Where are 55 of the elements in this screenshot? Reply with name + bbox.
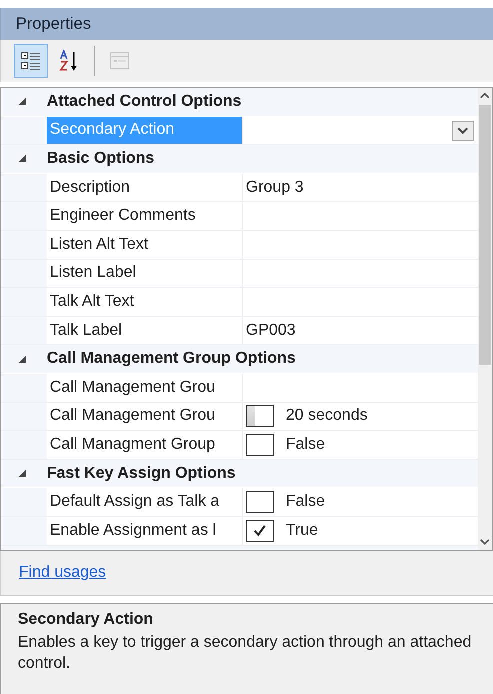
property-name[interactable]: Call Management Grou [47, 374, 243, 402]
vertical-scrollbar[interactable] [478, 88, 492, 550]
property-value: False [286, 436, 326, 454]
panel-title: Properties [16, 14, 92, 34]
property-value-cell[interactable]: Group 3 [243, 174, 478, 202]
property-value[interactable]: Group 3 [246, 178, 478, 197]
property-name[interactable]: Talk Label [47, 316, 243, 344]
categorized-list-icon [20, 50, 42, 72]
category-label: Call Management Group Options [47, 350, 296, 368]
property-value-cell[interactable] [243, 230, 478, 259]
window-icon [109, 50, 131, 72]
checkbox[interactable] [246, 434, 274, 456]
property-value-cell[interactable] [243, 288, 478, 316]
description-text: Enables a key to trigger a secondary action through an attached control. [18, 633, 473, 674]
property-value[interactable]: GP003 [246, 322, 478, 340]
property-name[interactable]: Call Managment Group [47, 431, 243, 459]
expanded-triangle-icon[interactable] [18, 97, 26, 106]
property-value-cell[interactable] [243, 202, 478, 230]
property-value: False [286, 493, 326, 512]
sort-az-icon [58, 50, 80, 72]
property-name[interactable]: Default Assign as Talk a [47, 488, 243, 516]
property-name[interactable]: Talk Alt Text [47, 288, 243, 316]
categorized-button[interactable] [14, 44, 48, 78]
category-label: Attached Control Options [47, 92, 242, 111]
find-usages-link[interactable]: Find usages [19, 564, 106, 582]
checkbox[interactable] [246, 520, 274, 542]
checkbox[interactable] [246, 491, 274, 514]
category-label: Fast Key Assign Options [47, 464, 236, 483]
property-value-cell[interactable]: 20 seconds [243, 402, 478, 430]
preview-box[interactable] [246, 405, 274, 428]
property-value-cell[interactable]: False [243, 431, 478, 459]
property-value-cell[interactable]: True [243, 516, 478, 544]
category-row[interactable]: Fast Key Assign Options [1, 460, 478, 488]
property-value-cell[interactable] [243, 260, 478, 288]
property-value-cell[interactable]: GP003 [243, 316, 478, 344]
property-name[interactable]: Engineer Comments [47, 202, 243, 230]
description-title: Secondary Action [18, 611, 154, 629]
property-name[interactable]: Description [47, 174, 243, 202]
scroll-down-icon[interactable] [480, 538, 490, 546]
property-value: True [286, 522, 320, 540]
category-label: Basic Options [47, 150, 155, 168]
expanded-triangle-icon[interactable] [18, 154, 26, 164]
expanded-triangle-icon[interactable] [18, 469, 26, 478]
dropdown-button[interactable] [452, 120, 474, 141]
property-name[interactable]: Listen Alt Text [47, 230, 243, 259]
property-name[interactable]: Call Management Grou [47, 402, 243, 430]
property-value-cell[interactable]: False [243, 488, 478, 516]
property-value-cell[interactable] [243, 116, 478, 144]
scroll-up-icon[interactable] [480, 92, 490, 100]
chevron-down-icon [457, 126, 469, 135]
property-value: 20 seconds [286, 407, 369, 426]
property-name[interactable]: Enable Assignment as l [47, 516, 243, 544]
expanded-triangle-icon[interactable] [18, 354, 26, 364]
checkmark-icon [252, 524, 268, 538]
property-name[interactable]: Listen Label [47, 260, 243, 288]
